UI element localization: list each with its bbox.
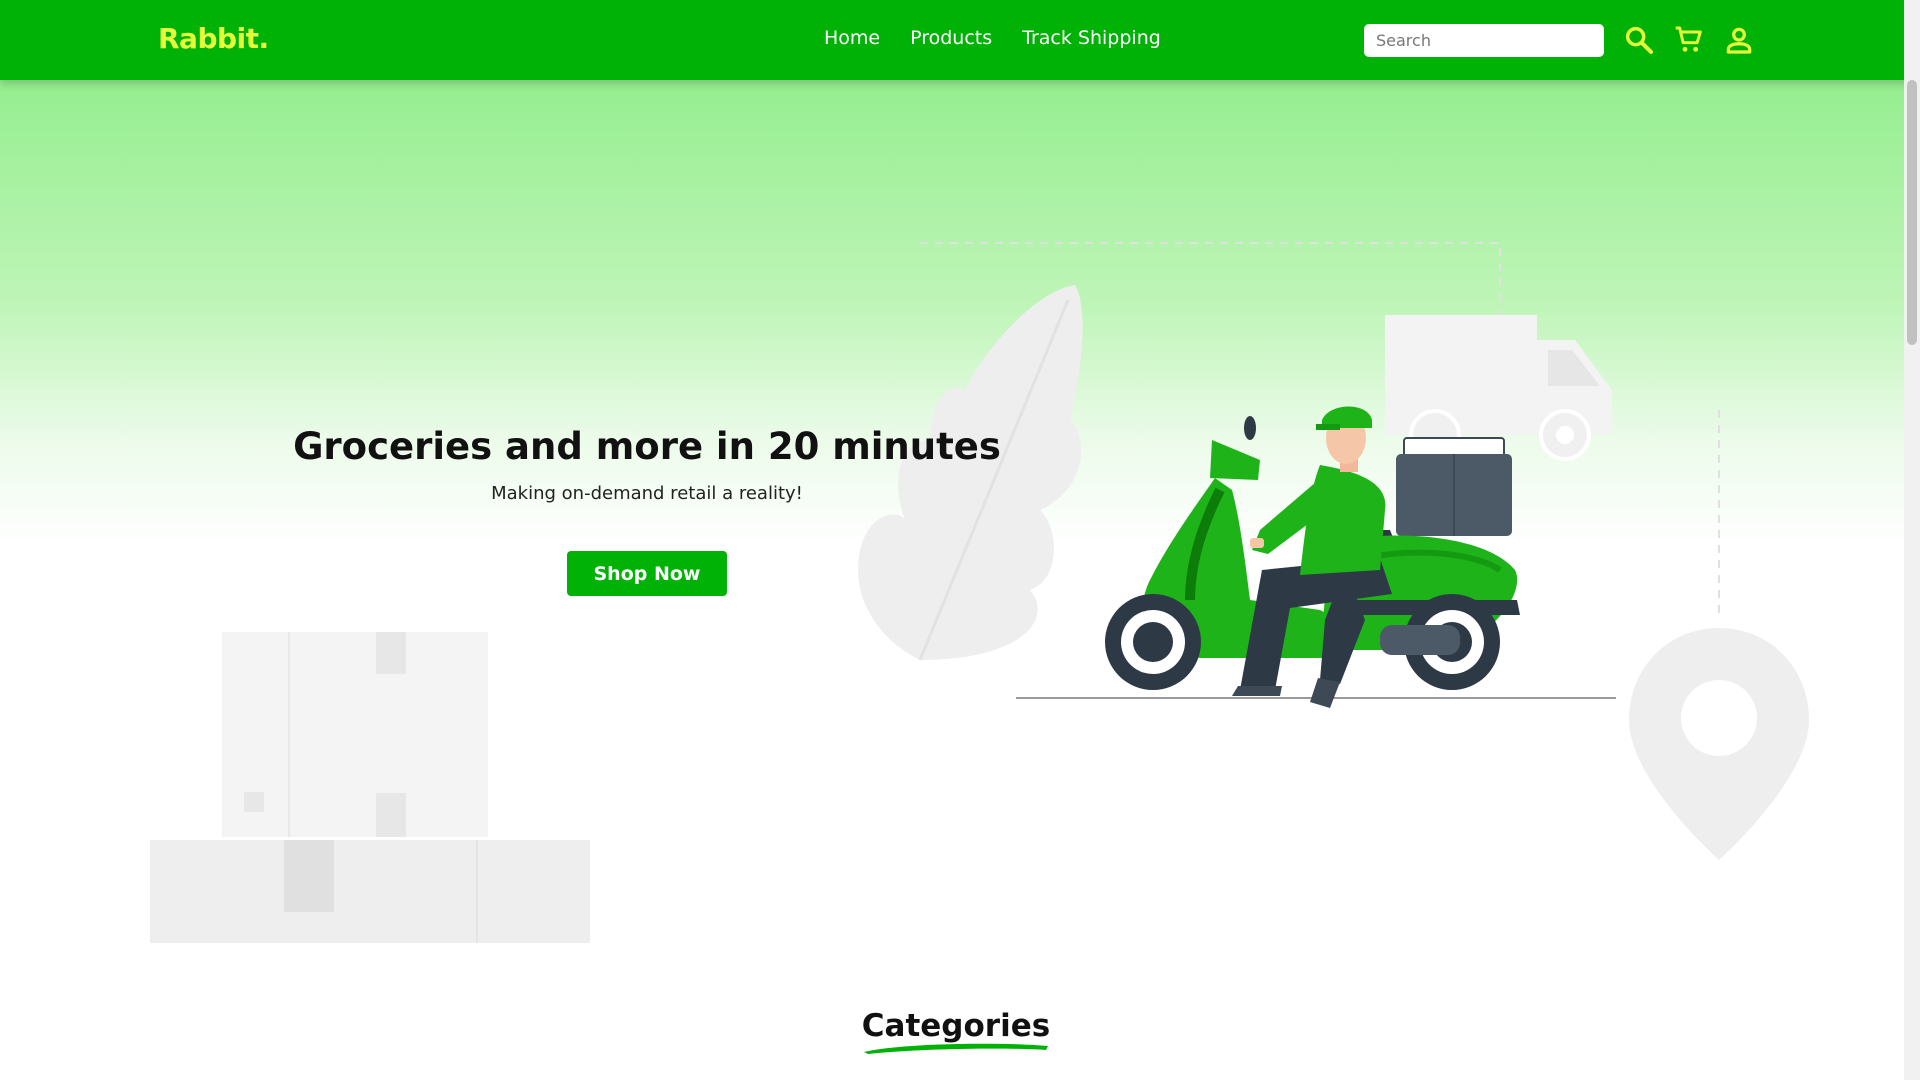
hero-subtitle: Making on-demand retail a reality! (491, 483, 803, 504)
navbar: Rabbit. Home Products Track Shipping (0, 0, 1920, 80)
categories-heading: Categories (861, 1008, 1051, 1044)
brand-logo[interactable]: Rabbit. (158, 22, 269, 55)
boxes-illustration (150, 632, 590, 943)
search-input[interactable] (1364, 24, 1604, 57)
nav-link-home[interactable]: Home (824, 27, 880, 49)
page: Rabbit. Home Products Track Shipping Sea… (0, 0, 1920, 1080)
nav-link-products[interactable]: Products (910, 27, 992, 49)
user-icon[interactable] (1723, 24, 1755, 56)
nav-link-track-shipping[interactable]: Track Shipping (1022, 27, 1161, 49)
shop-now-button[interactable]: Shop Now (567, 551, 727, 596)
cart-icon[interactable] (1673, 24, 1705, 56)
leaf-illustration (858, 285, 1083, 661)
hero-title: Groceries and more in 20 minutes (293, 425, 1001, 468)
categories-underline (864, 1043, 1048, 1054)
page-scrollbar[interactable] (1904, 0, 1920, 1080)
hero-section: Groceries and more in 20 minutes Making … (0, 80, 1904, 980)
hero-illustration (150, 242, 1809, 943)
scrollbar-thumb[interactable] (1907, 80, 1917, 345)
search-icon[interactable] (1623, 24, 1655, 56)
nav-links: Home Products Track Shipping (824, 27, 1161, 49)
location-pin-illustration (1629, 628, 1809, 860)
